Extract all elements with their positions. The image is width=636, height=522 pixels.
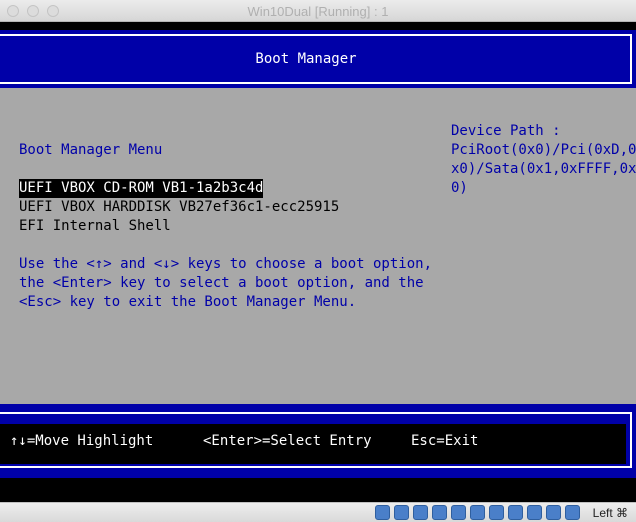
device-path-line-3: 0)	[451, 180, 468, 196]
footer-select-hint: <Enter>=Select Entry	[203, 433, 372, 449]
device-path-label: Device Path :	[451, 123, 561, 139]
boot-option-cdrom[interactable]: UEFI VBOX CD-ROM VB1-1a2b3c4d	[19, 179, 264, 198]
vm-screen[interactable]: Boot Manager Boot Manager Menu UEFI VBOX…	[0, 22, 636, 502]
header-frame: Boot Manager	[0, 34, 632, 84]
audio-icon[interactable]	[413, 505, 428, 520]
usb-icon[interactable]	[451, 505, 466, 520]
host-key-label: Left ⌘	[592, 506, 628, 520]
window-title: Win10Dual [Running] : 1	[247, 4, 389, 19]
optical-drive-icon[interactable]	[394, 505, 409, 520]
help-line-2: the <Enter> key to select a boot option,…	[19, 275, 424, 291]
footer-exit-hint: Esc=Exit	[411, 433, 479, 449]
footer-band: ↑↓=Move Highlight <Enter>=Select Entry E…	[0, 404, 636, 478]
help-line-3: <Esc> key to exit the Boot Manager Menu.	[19, 294, 357, 310]
window-titlebar: Win10Dual [Running] : 1	[0, 0, 636, 22]
hard-disk-icon[interactable]	[375, 505, 390, 520]
boot-option-harddisk[interactable]: UEFI VBOX HARDDISK VB27ef36c1-ecc25915	[19, 198, 339, 217]
footer-move-hint: ↑↓=Move Highlight	[10, 433, 154, 449]
network-icon[interactable]	[432, 505, 447, 520]
boot-option-efi-shell[interactable]: EFI Internal Shell	[19, 217, 171, 236]
help-line-1: Use the <↑> and <↓> keys to choose a boo…	[19, 256, 433, 272]
cpu-icon[interactable]	[527, 505, 542, 520]
vbox-statusbar: Left ⌘	[0, 502, 636, 522]
display-icon[interactable]	[489, 505, 504, 520]
keyboard-capture-icon[interactable]	[565, 505, 580, 520]
page-title: Boot Manager	[255, 51, 357, 67]
menu-title: Boot Manager Menu	[19, 142, 163, 158]
header-band: Boot Manager	[0, 30, 636, 88]
device-path-line-1: PciRoot(0x0)/Pci(0xD,0	[451, 142, 636, 158]
mouse-integration-icon[interactable]	[546, 505, 561, 520]
device-path-line-2: x0)/Sata(0x1,0xFFFF,0x	[451, 161, 636, 177]
video-capture-icon[interactable]	[508, 505, 523, 520]
shared-folder-icon[interactable]	[470, 505, 485, 520]
main-panel: Boot Manager Menu UEFI VBOX CD-ROM VB1-1…	[0, 88, 636, 404]
